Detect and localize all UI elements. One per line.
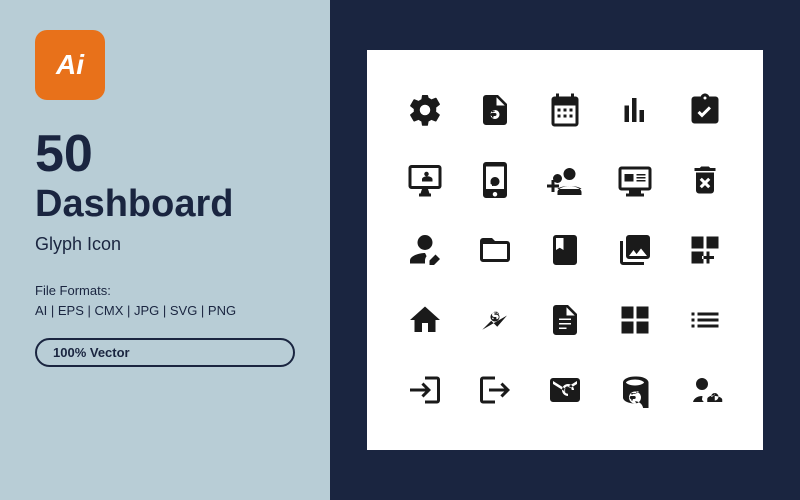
vector-badge: 100% Vector xyxy=(35,338,295,367)
icon-graph-dollar xyxy=(465,290,525,350)
icon-bar-chart xyxy=(605,80,665,140)
icon-list-menu xyxy=(675,290,735,350)
icon-trash xyxy=(675,150,735,210)
right-panel xyxy=(330,0,800,500)
icon-settings-gear xyxy=(395,80,455,140)
icon-grid-split xyxy=(675,220,735,280)
icon-user-write xyxy=(395,220,455,280)
icon-monitor-settings xyxy=(395,150,455,210)
ai-badge: Ai xyxy=(35,30,105,100)
left-panel: Ai 50 Dashboard Glyph Icon File Formats:… xyxy=(0,0,330,500)
icon-login xyxy=(395,360,455,420)
formats-label: File Formats: xyxy=(35,283,295,298)
icon-logout xyxy=(465,360,525,420)
icon-house xyxy=(395,290,455,350)
icon-add-user xyxy=(535,150,595,210)
icon-email-at xyxy=(535,360,595,420)
product-subtitle: Glyph Icon xyxy=(35,234,295,255)
product-title: Dashboard xyxy=(35,184,295,226)
icon-book xyxy=(535,220,595,280)
ai-badge-text: Ai xyxy=(56,49,84,81)
formats-value: AI | EPS | CMX | JPG | SVG | PNG xyxy=(35,303,295,318)
icon-tablet-dollar xyxy=(465,150,525,210)
icon-database-settings xyxy=(605,360,665,420)
icon-folder-open xyxy=(465,220,525,280)
icon-user-settings xyxy=(675,360,735,420)
icon-clipboard-check xyxy=(675,80,735,140)
icon-dashboard-screen xyxy=(605,150,665,210)
icon-invoice xyxy=(465,80,525,140)
icon-image-gallery xyxy=(605,220,665,280)
icon-grid-four xyxy=(605,290,665,350)
count-text: 50 xyxy=(35,128,295,180)
icon-document-list xyxy=(535,290,595,350)
icon-grid xyxy=(367,50,763,450)
icon-calendar xyxy=(535,80,595,140)
